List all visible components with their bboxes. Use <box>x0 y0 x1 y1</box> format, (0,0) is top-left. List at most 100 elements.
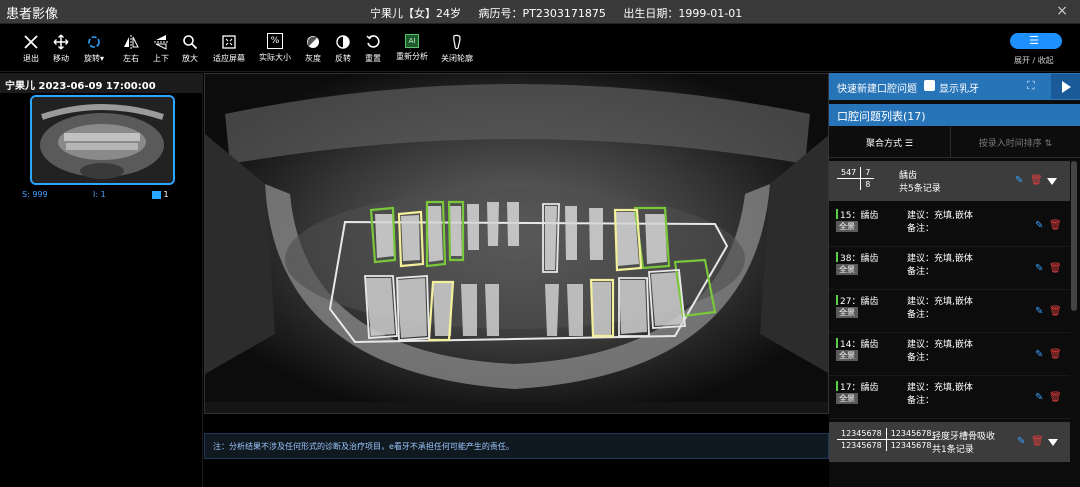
edit-icon[interactable]: ✎ <box>1035 220 1043 231</box>
status-bar <box>836 209 838 219</box>
delete-icon[interactable]: 🗑 <box>1049 392 1062 403</box>
patient-info: 宁果儿【女】24岁 病历号：PT2303171875 出生日期：1999-01-… <box>370 5 756 21</box>
flip-horizontal-button[interactable]: 左右 <box>123 32 139 64</box>
edit-icon[interactable]: ✎ <box>1035 306 1043 317</box>
title-bar: 患者影像 宁果儿【女】24岁 病历号：PT2303171875 出生日期：199… <box>0 0 1080 24</box>
issue-item[interactable]: 15：龋齿 全景 建议：充填,嵌体 备注： ✎ 🗑 <box>829 204 1070 247</box>
invert-icon <box>335 32 351 50</box>
issue-list-scrollbar[interactable] <box>1071 161 1077 487</box>
contour-button[interactable]: 关闭轮廓 <box>441 32 473 64</box>
source-tag: 全景 <box>836 264 858 275</box>
reset-label: 重置 <box>365 54 381 63</box>
exit-button[interactable]: 退出 <box>23 32 39 64</box>
panoramic-xray-image <box>205 74 828 413</box>
exit-label: 退出 <box>23 54 39 63</box>
zoom-label: 放大 <box>182 54 198 63</box>
sort-by-time-button[interactable]: 按录入时间排序 ⇅ <box>950 126 1080 158</box>
edit-icon[interactable]: ✎ <box>1035 263 1043 274</box>
tooth-position-chart: 547 7 8 <box>837 167 875 190</box>
quick-add-bar: 快速新建口腔问题 显示乳牙 ⛶ <box>829 73 1080 100</box>
xray-viewer[interactable] <box>204 73 829 414</box>
layers-icon <box>152 190 161 199</box>
issue-name: 14：龋齿 <box>840 340 879 350</box>
issue-note: 备注： <box>907 310 935 320</box>
source-tag: 全景 <box>836 393 858 404</box>
show-milk-teeth-label: 显示乳牙 <box>939 84 979 95</box>
group-title: 龋齿 <box>899 171 918 181</box>
show-milk-teeth-checkbox[interactable] <box>924 80 935 91</box>
chevron-down-icon[interactable] <box>1047 178 1057 185</box>
scrollbar-thumb[interactable] <box>1071 161 1077 311</box>
edit-icon[interactable]: ✎ <box>1035 392 1043 403</box>
issue-note: 备注： <box>907 267 935 277</box>
rotate-label: 旋转▾ <box>84 53 104 64</box>
delete-icon[interactable]: 🗑 <box>1049 220 1062 231</box>
edit-icon[interactable]: ✎ <box>1015 175 1023 186</box>
actual-size-label: 实际大小 <box>259 53 291 62</box>
actual-size-icon: % <box>267 33 283 49</box>
issue-group-bone-loss[interactable]: 12345678 12345678 12345678 12345678 轻度牙槽… <box>829 422 1070 462</box>
edit-icon[interactable]: ✎ <box>1035 349 1043 360</box>
list-icon: ☰ <box>904 139 913 149</box>
play-icon[interactable] <box>1051 74 1080 99</box>
issue-item[interactable]: 17：龋齿 全景 建议：充填,嵌体 备注： ✎ 🗑 <box>829 376 1070 419</box>
flip-vertical-label: 上下 <box>153 54 169 63</box>
delete-icon[interactable]: 🗑 <box>1049 263 1062 274</box>
issue-item[interactable]: 27：龋齿 全景 建议：充填,嵌体 备注： ✎ 🗑 <box>829 290 1070 333</box>
issue-item[interactable]: 14：龋齿 全景 建议：充填,嵌体 备注： ✎ 🗑 <box>829 333 1070 376</box>
grayscale-button[interactable]: 灰度 <box>305 32 321 64</box>
flip-horizontal-label: 左右 <box>123 54 139 63</box>
delete-icon[interactable]: 🗑 <box>1030 175 1043 186</box>
group-count: 共5条记录 <box>899 184 941 194</box>
flip-vertical-button[interactable]: 上下 <box>153 32 169 64</box>
reset-icon <box>365 32 381 50</box>
fit-screen-icon <box>213 32 245 50</box>
aggregate-mode-label: 聚合方式 <box>866 139 903 149</box>
xray-thumbnail[interactable] <box>30 95 175 185</box>
patient-birthday: 出生日期：1999-01-01 <box>623 7 743 20</box>
reanalyze-button[interactable]: AI 重新分析 <box>396 32 428 62</box>
invert-button[interactable]: 反转 <box>335 32 351 64</box>
app-title: 患者影像 <box>6 7 59 22</box>
rotate-label-text: 旋转 <box>84 54 100 63</box>
delete-icon[interactable]: 🗑 <box>1049 349 1062 360</box>
aggregate-mode-button[interactable]: 聚合方式 ☰ <box>829 126 950 158</box>
series-header: 宁果儿 2023-06-09 17:00:00 <box>0 73 203 93</box>
thumbnail-xray-image <box>32 97 173 183</box>
fit-screen-button[interactable]: 适应屏幕 <box>213 32 245 64</box>
issue-group-caries[interactable]: 547 7 8 龋齿 共5条记录 ✎ 🗑 <box>829 161 1070 201</box>
sort-by-time-label: 按录入时间排序 <box>978 139 1042 149</box>
reanalyze-label: 重新分析 <box>396 52 428 61</box>
move-label: 移动 <box>53 54 69 63</box>
delete-icon[interactable]: 🗑 <box>1049 306 1062 317</box>
issue-note: 备注： <box>907 353 935 363</box>
issue-item[interactable]: 38：龋齿 全景 建议：充填,嵌体 备注： ✎ 🗑 <box>829 247 1070 290</box>
quick-add-issue-link[interactable]: 快速新建口腔问题 <box>837 80 917 95</box>
expand-collapse-toggle[interactable]: ☰ <box>1010 33 1062 49</box>
move-button[interactable]: 移动 <box>53 32 69 64</box>
flip-vertical-icon <box>153 32 169 50</box>
status-bar <box>836 252 838 262</box>
zoom-button[interactable]: 放大 <box>182 32 198 64</box>
status-bar <box>836 381 838 391</box>
list-icon: ☰ <box>1029 34 1039 47</box>
tooth-position-chart: 12345678 12345678 12345678 12345678 <box>837 428 936 451</box>
source-tag: 全景 <box>836 307 858 318</box>
rotate-button[interactable]: 旋转▾ <box>84 32 104 64</box>
issue-suggestion: 建议：充填,嵌体 <box>907 340 973 350</box>
chevron-down-icon[interactable] <box>1048 439 1058 446</box>
issue-name: 15：龋齿 <box>840 211 879 221</box>
flip-horizontal-icon <box>123 32 139 50</box>
delete-icon[interactable]: 🗑 <box>1031 436 1044 447</box>
actual-size-button[interactable]: % 实际大小 <box>259 32 291 63</box>
group-count: 共1条记录 <box>932 445 974 455</box>
grayscale-icon <box>305 32 321 50</box>
fullscreen-icon[interactable]: ⛶ <box>1027 79 1035 93</box>
tooth-code-upper-left: 7 <box>860 167 875 179</box>
close-window-icon[interactable]: × <box>1056 3 1068 19</box>
reset-button[interactable]: 重置 <box>365 32 381 64</box>
edit-icon[interactable]: ✎ <box>1017 436 1025 447</box>
expand-collapse-label: 展开 / 收起 <box>1014 56 1054 65</box>
issue-list-title: 口腔问题列表(17) <box>829 104 1080 126</box>
issue-note: 备注： <box>907 396 935 406</box>
